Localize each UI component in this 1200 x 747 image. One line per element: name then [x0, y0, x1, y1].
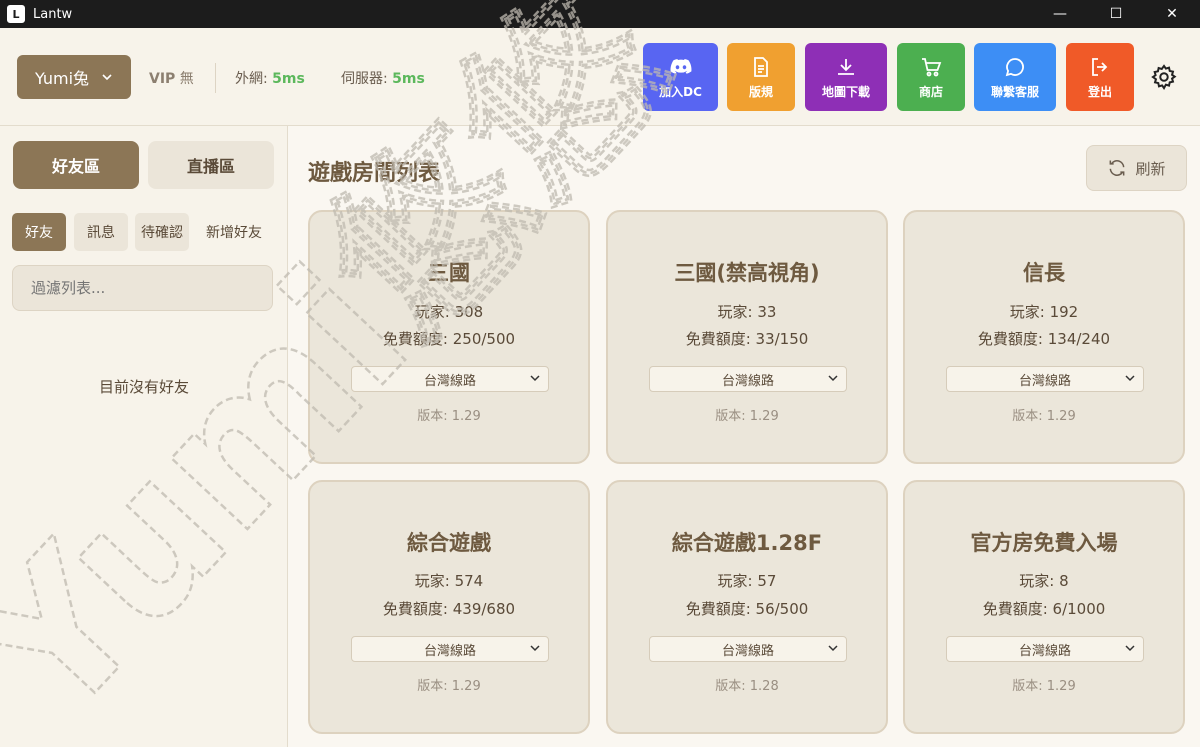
- chevron-down-icon: [530, 375, 540, 382]
- room-quota: 免費額度: 439/680: [382, 600, 516, 618]
- room-card[interactable]: 官方房免費入場 玩家: 8 免費額度: 6/1000 台灣線路 版本: 1.29: [903, 480, 1185, 734]
- room-players: 玩家: 57: [717, 572, 777, 590]
- header: Yumi兔 VIP 無 外網: 5ms 伺服器: 5ms 加入DC 版規 地圖下…: [0, 28, 1200, 126]
- rules-button[interactable]: 版規: [727, 43, 795, 111]
- room-players: 玩家: 192: [1009, 303, 1079, 321]
- route-select[interactable]: 台灣線路: [649, 636, 847, 662]
- room-card[interactable]: 綜合遊戲 玩家: 574 免費額度: 439/680 台灣線路 版本: 1.29: [308, 480, 590, 734]
- route-select[interactable]: 台灣線路: [351, 366, 549, 392]
- window-controls: — ☐ ✕: [1032, 0, 1200, 28]
- map-download-label: 地圖下載: [821, 84, 870, 99]
- logout-icon: [1092, 57, 1108, 76]
- route-select[interactable]: 台灣線路: [946, 366, 1144, 392]
- room-version: 版本: 1.29: [417, 409, 481, 424]
- room-quota: 免費額度: 33/150: [685, 330, 809, 348]
- room-version: 版本: 1.29: [1012, 409, 1076, 424]
- room-version: 版本: 1.29: [417, 679, 481, 694]
- room-card[interactable]: 三國(禁高視角) 玩家: 33 免費額度: 33/150 台灣線路 版本: 1.…: [606, 210, 888, 464]
- room-players: 玩家: 33: [717, 303, 777, 321]
- room-quota: 免費額度: 6/1000: [982, 600, 1106, 618]
- room-card[interactable]: 三國 玩家: 308 免費額度: 250/500 台灣線路 版本: 1.29: [308, 210, 590, 464]
- gear-icon[interactable]: [1150, 63, 1178, 91]
- chevron-down-icon: [102, 74, 112, 81]
- server-ping: 伺服器: 5ms: [341, 71, 425, 87]
- refresh-label: 刷新: [1135, 159, 1166, 178]
- shop-label: 商店: [918, 84, 943, 99]
- divider: [215, 63, 216, 93]
- route-select[interactable]: 台灣線路: [946, 636, 1144, 662]
- logout-button[interactable]: 登出: [1066, 43, 1134, 111]
- room-name: 綜合遊戲1.28F: [671, 531, 823, 555]
- tab-add-friend[interactable]: 新增好友: [197, 213, 271, 251]
- room-quota: 免費額度: 56/500: [685, 600, 809, 618]
- room-quota: 免費額度: 134/240: [977, 330, 1111, 348]
- chevron-down-icon: [1125, 375, 1135, 382]
- join-discord-label: 加入DC: [659, 84, 702, 99]
- cart-icon: [922, 57, 942, 76]
- rules-label: 版規: [748, 84, 773, 99]
- refresh-icon: [1110, 160, 1125, 176]
- page-title: 遊戲房間列表: [308, 161, 441, 186]
- close-button[interactable]: ✕: [1144, 0, 1200, 28]
- contact-support-label: 聯繫客服: [990, 84, 1039, 99]
- minimize-button[interactable]: —: [1032, 0, 1088, 28]
- app-icon: L: [7, 5, 25, 23]
- stream-zone-button[interactable]: 直播區: [148, 141, 274, 189]
- room-name: 綜合遊戲: [407, 531, 491, 555]
- title-bar: L Lantw — ☐ ✕: [0, 0, 1200, 28]
- friends-zone-button[interactable]: 好友區: [13, 141, 139, 189]
- tab-messages[interactable]: 訊息: [74, 213, 128, 251]
- user-name: Yumi兔: [34, 69, 90, 88]
- join-discord-button[interactable]: 加入DC: [643, 43, 718, 111]
- window-title: Lantw: [33, 6, 73, 22]
- room-version: 版本: 1.29: [1012, 679, 1076, 694]
- chevron-down-icon: [530, 645, 540, 652]
- download-icon: [838, 58, 854, 75]
- user-menu-button[interactable]: Yumi兔: [17, 55, 131, 99]
- vip-status: VIP 無: [149, 71, 194, 87]
- shop-button[interactable]: 商店: [897, 43, 965, 111]
- maximize-button[interactable]: ☐: [1088, 0, 1144, 28]
- room-name: 三國: [428, 261, 470, 285]
- route-select[interactable]: 台灣線路: [649, 366, 847, 392]
- route-select[interactable]: 台灣線路: [351, 636, 549, 662]
- chevron-down-icon: [828, 645, 838, 652]
- contact-support-button[interactable]: 聯繫客服: [974, 43, 1056, 111]
- room-name: 官方房免費入場: [970, 531, 1118, 555]
- empty-friends-message: 目前沒有好友: [98, 378, 189, 396]
- room-version: 版本: 1.28: [715, 679, 779, 694]
- room-players: 玩家: 8: [1019, 572, 1069, 590]
- map-download-button[interactable]: 地圖下載: [805, 43, 887, 111]
- room-card[interactable]: 綜合遊戲1.28F 玩家: 57 免費額度: 56/500 台灣線路 版本: 1…: [606, 480, 888, 734]
- tab-pending[interactable]: 待確認: [135, 213, 189, 251]
- chevron-down-icon: [1125, 645, 1135, 652]
- room-players: 玩家: 574: [414, 572, 484, 590]
- tab-friends[interactable]: 好友: [12, 213, 66, 251]
- filter-input[interactable]: [12, 265, 273, 311]
- room-version: 版本: 1.29: [715, 409, 779, 424]
- room-players: 玩家: 308: [414, 303, 484, 321]
- discord-icon: [670, 58, 691, 74]
- chat-icon: [1005, 57, 1024, 76]
- room-quota: 免費額度: 250/500: [382, 330, 516, 348]
- chevron-down-icon: [828, 375, 838, 382]
- room-name: 信長: [1023, 261, 1065, 285]
- room-card[interactable]: 信長 玩家: 192 免費額度: 134/240 台灣線路 版本: 1.29: [903, 210, 1185, 464]
- room-name: 三國(禁高視角): [674, 261, 820, 285]
- refresh-button[interactable]: 刷新: [1086, 145, 1187, 191]
- external-ping: 外網: 5ms: [235, 71, 305, 87]
- document-icon: [754, 56, 768, 77]
- logout-label: 登出: [1087, 84, 1112, 99]
- sidebar: 好友區 直播區 好友 訊息 待確認 新增好友 目前沒有好友: [0, 126, 288, 747]
